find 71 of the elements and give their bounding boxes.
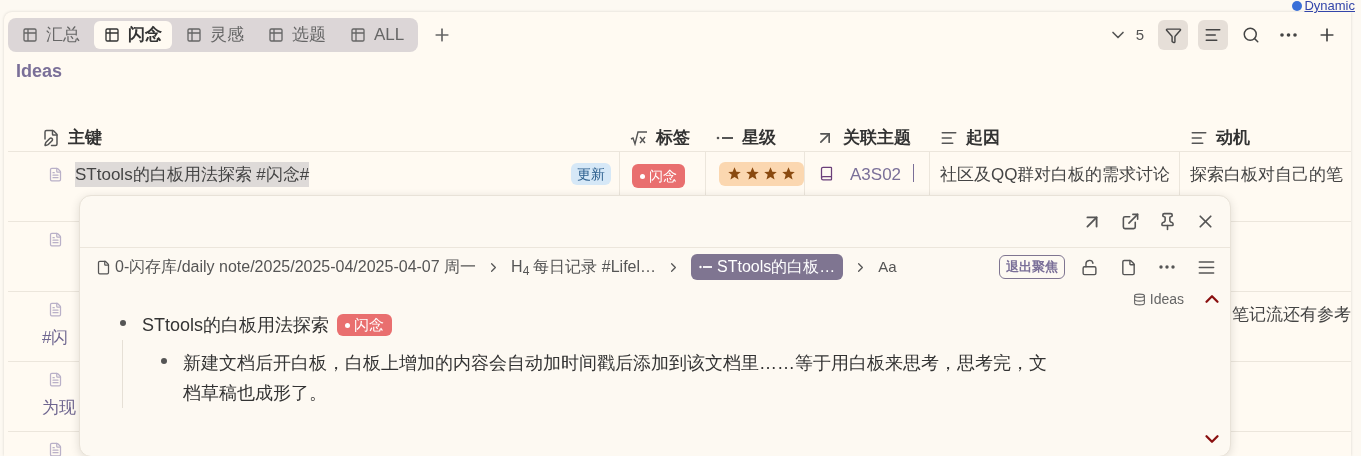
- star-icon: [763, 166, 778, 181]
- column-header[interactable]: 起因: [966, 125, 1000, 151]
- document-button[interactable]: [1120, 258, 1137, 276]
- book-icon: [819, 165, 834, 181]
- table-icon: [268, 27, 284, 43]
- update-badge: 更新: [571, 163, 611, 186]
- column-header[interactable]: 标签: [656, 125, 690, 151]
- document-icon: [48, 301, 63, 317]
- dynamic-link[interactable]: Dynamic: [1292, 0, 1355, 12]
- view-title: Ideas: [16, 60, 64, 83]
- document-icon: [48, 231, 63, 247]
- motive-text: 探索白板对自己的笔: [1190, 163, 1343, 186]
- lock-button[interactable]: [1081, 258, 1098, 276]
- document-icon: [48, 166, 63, 182]
- view-tab[interactable]: 选题: [258, 21, 336, 49]
- file-icon: [1120, 258, 1137, 276]
- list-icon: [699, 264, 714, 270]
- breadcrumb-item[interactable]: 0-闪存库/daily note/2025/2025-04/2025-04-07 周一: [96, 255, 477, 279]
- table-icon: [22, 27, 38, 43]
- search-icon: [1242, 26, 1260, 44]
- external-link-icon: [1121, 212, 1140, 231]
- column-header[interactable]: 星级: [742, 125, 776, 151]
- table-icon: [104, 27, 120, 43]
- search-button[interactable]: [1242, 26, 1260, 44]
- relation-link[interactable]: A3S02: [850, 161, 902, 187]
- table-icon: [350, 27, 366, 43]
- bullet-icon: [120, 320, 126, 326]
- file-icon: [96, 259, 111, 275]
- view-tab[interactable]: 汇总: [12, 21, 90, 49]
- filter-button[interactable]: [1158, 20, 1188, 50]
- motive-text: 笔记流还有参考: [1232, 303, 1351, 326]
- more-button[interactable]: [1159, 265, 1175, 269]
- font-button[interactable]: Aa: [878, 255, 897, 279]
- breadcrumb-item[interactable]: 每日记录 #Lifel…: [533, 255, 657, 279]
- column-header[interactable]: 动机: [1216, 125, 1250, 151]
- view-tab[interactable]: 灵感: [176, 21, 254, 49]
- globe-icon: [1292, 1, 1303, 11]
- document-edit-icon: [42, 128, 60, 147]
- pin-button[interactable]: [1158, 212, 1177, 231]
- more-icon: [1280, 33, 1297, 37]
- collapse-button[interactable]: 5: [1107, 23, 1144, 47]
- star-icon: [745, 166, 760, 181]
- heading-marker: H$_{4}$: [511, 257, 530, 279]
- column-header[interactable]: 主键: [68, 125, 102, 151]
- bullet-icon: [161, 358, 167, 364]
- external-link-button[interactable]: [1121, 212, 1140, 231]
- text-cursor: [913, 163, 915, 182]
- exit-focus-button[interactable]: 退出聚焦: [999, 255, 1065, 279]
- filter-icon: [1164, 26, 1182, 44]
- block-text: 新建文档后开白板，白板上增加的内容会自动加时间戳后添加到该文档里……等于用白板来思考，思考完，文档草稿也成形了。: [183, 352, 1048, 405]
- star-icon: [781, 166, 796, 181]
- sort-button[interactable]: [1198, 20, 1228, 50]
- sort-icon: [1204, 26, 1222, 44]
- database-label[interactable]: Ideas: [1132, 289, 1184, 310]
- table-icon: [186, 27, 202, 43]
- cause-text: 社区及QQ群对白板的需求讨论: [940, 164, 1171, 184]
- column-header[interactable]: 关联主题: [843, 125, 911, 151]
- formula-icon: [630, 129, 648, 146]
- block-text: STtools的白板用法探索: [142, 314, 330, 337]
- row-title[interactable]: STtools的白板用法探索 #闪念#: [75, 161, 310, 187]
- more-icon: [1159, 265, 1175, 269]
- database-icon: [1132, 293, 1146, 306]
- unlock-icon: [1081, 258, 1098, 276]
- more-button[interactable]: [1280, 33, 1297, 37]
- star-icon: [727, 166, 742, 181]
- document-icon: [48, 371, 63, 387]
- view-tab[interactable]: 闪念: [94, 21, 172, 49]
- breadcrumb-item[interactable]: STtools的白板…: [691, 254, 844, 280]
- document-icon: [48, 441, 63, 456]
- pin-icon: [1158, 212, 1177, 231]
- view-tab[interactable]: ALL: [340, 21, 415, 49]
